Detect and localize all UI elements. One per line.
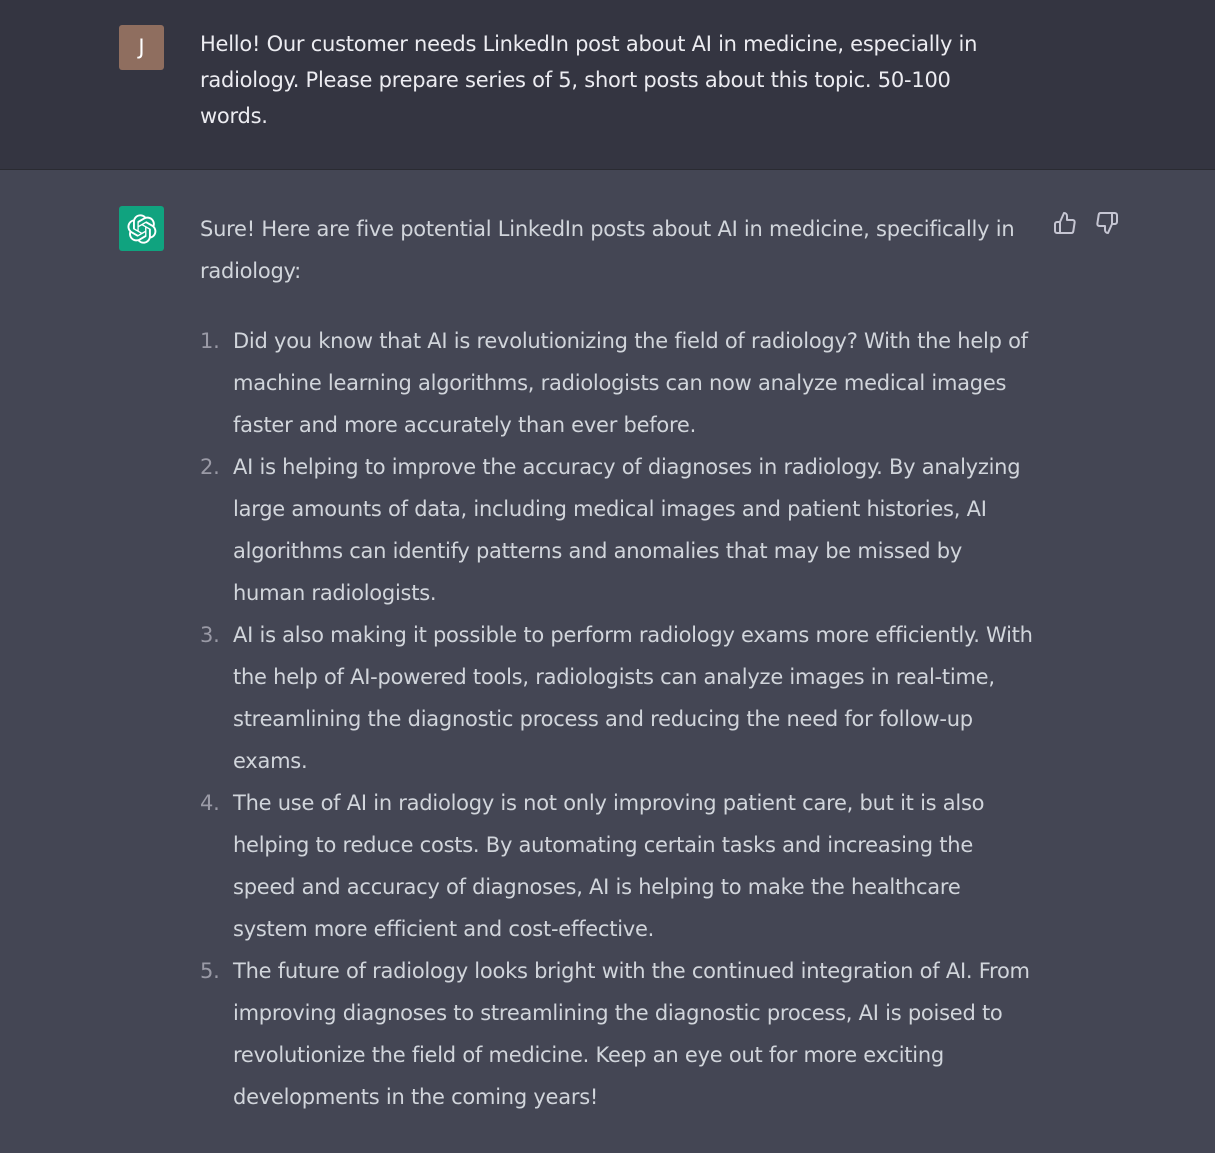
list-item-number: 4. [200,791,220,815]
assistant-post-list: 1. Did you know that AI is revolutionizin… [200,320,1040,1118]
list-item-text: Did you know that AI is revolutionizing … [233,329,1028,437]
list-item: 3. AI is also making it possible to perfo… [200,614,1040,782]
list-item-text: The use of AI in radiology is not only i… [233,791,985,941]
assistant-intro-text: Sure! Here are five potential LinkedIn p… [200,217,1015,283]
thumbs-down-button[interactable] [1094,210,1120,236]
chat-thread: J Hello! Our customer needs LinkedIn pos… [0,0,1215,1153]
list-item-text: AI is helping to improve the accuracy of… [233,455,1021,605]
user-message-text: Hello! Our customer needs LinkedIn post … [200,32,978,128]
openai-logo-icon [119,206,164,251]
list-item-number: 2. [200,455,220,479]
user-avatar: J [119,25,164,70]
list-item-number: 5. [200,959,220,983]
list-item-text: The future of radiology looks bright wit… [233,959,1030,1109]
thumbs-down-icon [1096,212,1118,234]
thumbs-up-icon [1054,212,1076,234]
list-item: 5. The future of radiology looks bright w… [200,950,1040,1118]
assistant-message-row: Sure! Here are five potential LinkedIn p… [0,170,1215,1153]
list-item-number: 1. [200,329,220,353]
list-item: 4. The use of AI in radiology is not only… [200,782,1040,950]
thumbs-up-button[interactable] [1052,210,1078,236]
list-item: 1. Did you know that AI is revolutionizin… [200,320,1040,446]
list-item-number: 3. [200,623,220,647]
list-item-text: AI is also making it possible to perform… [233,623,1033,773]
user-message-row: J Hello! Our customer needs LinkedIn pos… [0,0,1215,170]
list-item: 2. AI is helping to improve the accuracy … [200,446,1040,614]
